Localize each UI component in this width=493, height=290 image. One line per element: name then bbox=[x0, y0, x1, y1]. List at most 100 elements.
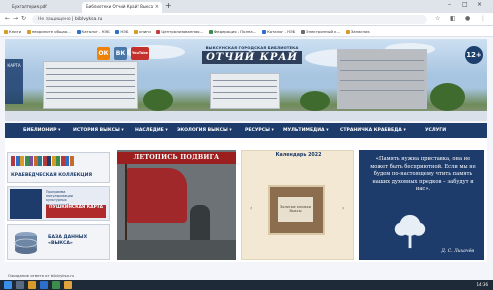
banner-ribbon bbox=[5, 111, 487, 121]
folder-icon bbox=[4, 30, 8, 34]
maximize-icon[interactable]: □ bbox=[462, 1, 468, 8]
calendar-card[interactable]: Календарь 2022 Золотые книжки Выксы ‹ › bbox=[241, 150, 354, 260]
menu-item-heritage[interactable]: НАСЛЕДИЕ ▾ bbox=[135, 123, 168, 138]
calendar-picture-text: Золотые книжки Выксы bbox=[278, 197, 313, 222]
menu-item-resources[interactable]: РЕСУРСЫ ▾ bbox=[245, 123, 274, 138]
database-card[interactable]: БАЗА ДАННЫХ «ВЫКСА» bbox=[7, 224, 110, 260]
profile-icon[interactable]: ● bbox=[465, 15, 470, 22]
age-rating-badge: 12+ bbox=[465, 46, 483, 64]
site-icon bbox=[115, 30, 120, 34]
excel-icon[interactable] bbox=[52, 281, 60, 289]
story-banner[interactable] bbox=[117, 150, 236, 260]
tab-label: Бухгалтерия.pdf bbox=[12, 4, 47, 9]
site-logo[interactable]: ВЫКСУНСКАЯ ГОРОДСКАЯ БИБЛИОТЕКА ОТЧИЙ КР… bbox=[202, 45, 302, 71]
address-bar[interactable]: Не защищено | biblvyksa.ru bbox=[32, 15, 427, 24]
site-icon bbox=[300, 30, 305, 34]
chevron-left-icon[interactable]: ‹ bbox=[250, 205, 252, 212]
search-icon[interactable] bbox=[16, 281, 24, 289]
city-building bbox=[210, 73, 280, 109]
logo-title: ОТЧИЙ КРАЙ bbox=[202, 51, 302, 64]
pushkin-card-label: ПУШКИНСКАЯ КАРТА bbox=[46, 205, 106, 218]
clock: 14:36 bbox=[476, 282, 488, 287]
bookmark-item[interactable]: Каталог - НЭБ bbox=[76, 26, 110, 36]
url-value: biblvyksa.ru bbox=[75, 17, 103, 22]
database-label: БАЗА ДАННЫХ «ВЫКСА» bbox=[48, 235, 88, 246]
bookmarks-bar: Книги неориноте общая… Каталог - НЭБ НЭБ… bbox=[0, 26, 493, 37]
tab-pdf[interactable]: Бухгалтерия.pdf bbox=[8, 2, 63, 13]
start-icon[interactable] bbox=[4, 281, 12, 289]
tab-bar: Бухгалтерия.pdf Библиотеки Отчий Край! В… bbox=[0, 0, 493, 13]
extensions-icon[interactable]: ◧ bbox=[450, 15, 456, 22]
logo-subtitle: ВЫКСУНСКАЯ ГОРОДСКАЯ БИБЛИОТЕКА bbox=[205, 45, 299, 50]
bookmark-item[interactable]: Запасник bbox=[345, 26, 370, 36]
site-icon bbox=[156, 30, 161, 34]
pushkin-portrait bbox=[10, 189, 42, 219]
site-icon bbox=[76, 30, 81, 34]
chrome-icon[interactable] bbox=[64, 281, 72, 289]
main-content: КРАЕВЕДЧЕСКАЯ КОЛЛЕКЦИЯ Программа популя… bbox=[5, 138, 487, 262]
bookmark-item[interactable]: Федерация - Полна… bbox=[208, 26, 256, 36]
status-bar: Ожидание ответа от biblvyksa.ru bbox=[0, 272, 140, 280]
security-label: Не защищено bbox=[38, 17, 71, 22]
calendar-title: Календарь 2022 bbox=[275, 153, 322, 158]
youtube-icon[interactable]: YouTube bbox=[131, 47, 149, 60]
quote-author: Д. С. Лихачёв bbox=[441, 249, 474, 254]
ruins bbox=[117, 240, 236, 260]
bookmark-item[interactable]: неориноте общая… bbox=[26, 26, 71, 36]
tree bbox=[143, 89, 173, 111]
reload-icon[interactable]: ↻ bbox=[21, 15, 26, 22]
site-header-banner: КАРТА ОК ВК YouTube ВЫКСУНСКАЯ ГОРОДСКАЯ… bbox=[5, 39, 487, 121]
address-row: ← → ↻ Не защищено | biblvyksa.ru ☆ ◧ ● ⋮ bbox=[0, 13, 493, 26]
kraeved-collection-card[interactable]: КРАЕВЕДЧЕСКАЯ КОЛЛЕКЦИЯ bbox=[7, 152, 110, 183]
tree-icon bbox=[394, 214, 426, 249]
side-map-widget[interactable]: КАРТА bbox=[5, 59, 23, 104]
bookmark-item[interactable]: Книги bbox=[4, 26, 21, 36]
menu-item-ecology[interactable]: ЭКОЛОГИЯ ВЫКСЫ ▾ bbox=[177, 123, 232, 138]
close-icon[interactable]: × bbox=[155, 4, 159, 10]
vk-icon[interactable]: ВК bbox=[114, 47, 127, 60]
story-title: ЛЕТОПИСЬ ПОДВИГА bbox=[117, 152, 236, 164]
word-icon[interactable] bbox=[40, 281, 48, 289]
main-navigation: БИБЛИОНИР ▾ ИСТОРИЯ ВЫКСЫ ▾ НАСЛЕДИЕ ▾ Э… bbox=[5, 123, 487, 138]
bookmark-item[interactable]: Электронный к… bbox=[300, 26, 340, 36]
os-taskbar: 14:36 bbox=[0, 280, 493, 290]
city-building bbox=[43, 61, 138, 109]
star-icon[interactable]: ☆ bbox=[435, 15, 440, 22]
bookmark-item[interactable]: Централизованная… bbox=[156, 26, 203, 36]
quote-card: «Память нужна приставка, она не может бы… bbox=[359, 150, 484, 260]
bookmark-item[interactable]: Каталог - НЭБ bbox=[262, 26, 295, 36]
database-icon bbox=[14, 232, 38, 254]
minimize-icon[interactable]: – bbox=[448, 1, 451, 8]
tab-library[interactable]: Библиотеки Отчий Край! Выкса × bbox=[82, 2, 162, 13]
red-flag bbox=[127, 168, 187, 223]
tree bbox=[300, 91, 330, 111]
menu-item-multimedia[interactable]: МУЛЬТИМЕДИА ▾ bbox=[283, 123, 329, 138]
menu-item-kraeved[interactable]: СТРАНИЧКА КРАЕВЕДА ▾ bbox=[340, 123, 406, 138]
menu-icon[interactable]: ⋮ bbox=[480, 15, 486, 22]
folder-icon[interactable] bbox=[28, 281, 36, 289]
menu-item-history[interactable]: ИСТОРИЯ ВЫКСЫ ▾ bbox=[73, 123, 124, 138]
calendar-picture: Золотые книжки Выксы bbox=[268, 185, 325, 235]
browser-window: Бухгалтерия.pdf Библиотеки Отчий Край! В… bbox=[0, 0, 493, 290]
bookmark-item[interactable]: книги bbox=[134, 26, 151, 36]
new-tab-button[interactable]: + bbox=[165, 1, 172, 10]
books-icon bbox=[11, 156, 74, 166]
bookmark-item[interactable]: НЭБ bbox=[115, 26, 128, 36]
site-icon bbox=[208, 30, 213, 34]
chevron-right-icon[interactable]: › bbox=[342, 205, 344, 212]
pushkin-card-banner[interactable]: Программа популяризации культурных мероп… bbox=[7, 186, 110, 221]
folder-icon bbox=[134, 30, 139, 34]
library-building bbox=[337, 49, 427, 109]
forward-icon[interactable]: → bbox=[13, 15, 18, 22]
tab-label: Библиотеки Отчий Край! Выкса bbox=[86, 4, 154, 9]
quote-text: «Память нужна приставка, она не может бы… bbox=[370, 156, 476, 193]
odnoklassniki-icon[interactable]: ОК bbox=[97, 47, 110, 60]
menu-item-services[interactable]: УСЛУГИ bbox=[425, 123, 446, 138]
kraeved-label: КРАЕВЕДЧЕСКАЯ КОЛЛЕКЦИЯ bbox=[11, 173, 93, 178]
menu-item-biblionir[interactable]: БИБЛИОНИР ▾ bbox=[23, 123, 60, 138]
close-window-icon[interactable]: × bbox=[477, 1, 482, 8]
site-icon bbox=[262, 30, 267, 34]
tree bbox=[430, 83, 465, 111]
back-icon[interactable]: ← bbox=[5, 15, 10, 22]
folder-icon bbox=[345, 30, 350, 34]
